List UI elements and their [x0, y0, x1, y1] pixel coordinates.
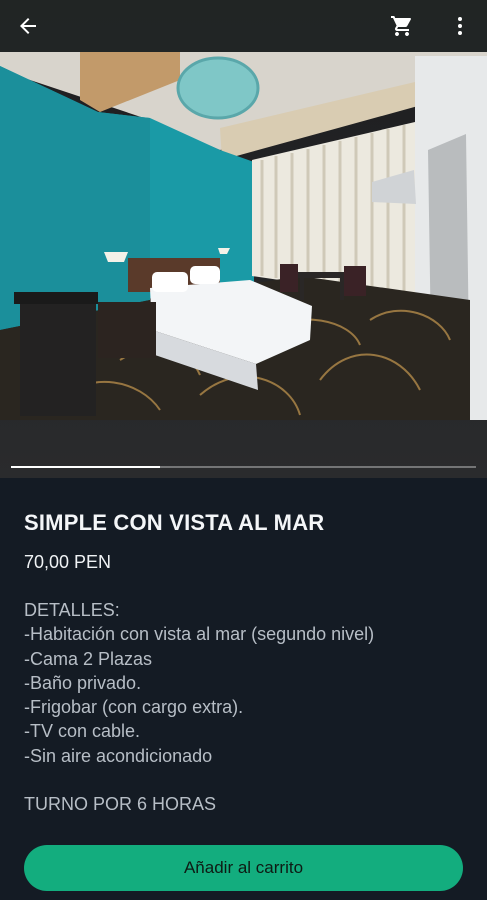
shift-note: TURNO POR 6 HORAS: [24, 794, 217, 815]
hotel-room-photo: [0, 52, 487, 420]
description-line: DETALLES:: [24, 600, 120, 620]
top-app-bar: [0, 0, 487, 52]
description-line: -Sin aire acondicionado: [24, 745, 213, 766]
product-details: SIMPLE CON VISTA AL MAR 70,00 PEN DETALL…: [0, 478, 487, 900]
add-to-cart-button[interactable]: Añadir al carrito: [24, 845, 463, 891]
product-title: SIMPLE CON VISTA AL MAR: [24, 510, 325, 535]
cart-button[interactable]: [382, 6, 422, 46]
product-image-gallery[interactable]: [0, 0, 487, 478]
shopping-cart-icon: [391, 16, 411, 36]
arrow-left-icon: [20, 18, 36, 34]
description-line: -Frigobar (con cargo extra).: [24, 697, 244, 718]
description-line: -Habitación con vista al mar (segundo ni…: [24, 624, 375, 645]
product-price: 70,00 PEN: [24, 552, 112, 572]
more-vertical-icon: [458, 17, 462, 35]
description-line: -Cama 2 Plazas: [24, 648, 153, 669]
gallery-pager: [11, 466, 476, 468]
product-description: DETALLES: -Habitación con vista al mar (…: [24, 598, 474, 816]
description-line: -TV con cable.: [24, 721, 141, 742]
more-options-button[interactable]: [440, 6, 480, 46]
gallery-pager-progress: [11, 466, 160, 468]
description-line: -Baño privado.: [24, 672, 142, 693]
back-button[interactable]: [8, 6, 48, 46]
